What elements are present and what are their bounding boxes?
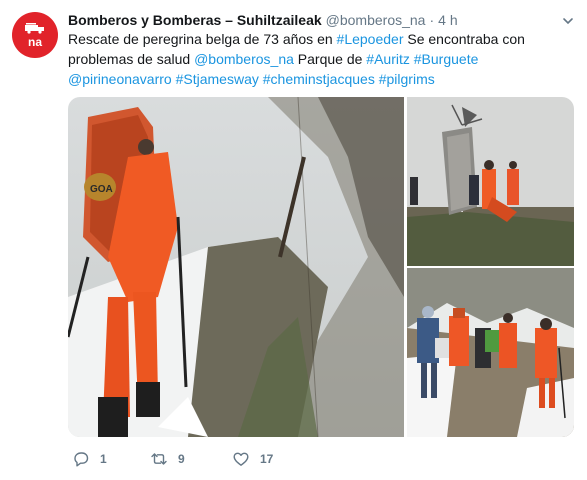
photo-group-walking-trail[interactable] — [407, 268, 574, 437]
hashtag-link[interactable]: #Burguete — [414, 51, 479, 67]
tweet-actions: 1 9 17 — [68, 448, 368, 470]
mention-link[interactable]: @bomberos_na — [194, 51, 294, 67]
reply-button[interactable]: 1 — [72, 448, 107, 470]
separator-dot: · — [429, 12, 435, 28]
avatar-logo-text: na — [27, 35, 42, 49]
hashtag-link[interactable]: #pilgrims — [379, 71, 435, 87]
user-handle[interactable]: @bomberos_na — [326, 12, 426, 28]
tweet-header: Bomberos y Bomberas – Suhiltzaileak @bom… — [68, 10, 575, 30]
like-button[interactable]: 17 — [232, 448, 273, 470]
photo-rescuer-with-backpack[interactable]: GOA — [68, 97, 404, 437]
heart-icon — [233, 452, 249, 466]
media-grid: GOA — [68, 97, 574, 437]
hashtag-link[interactable]: #cheminstjacques — [263, 71, 375, 87]
reply-icon — [74, 452, 89, 467]
retweet-icon — [151, 453, 167, 465]
hashtag-link[interactable]: #Stjamesway — [176, 71, 259, 87]
chevron-down-icon[interactable] — [561, 14, 575, 28]
retweet-button[interactable]: 9 — [150, 448, 185, 470]
svg-text:GOA: GOA — [90, 184, 113, 195]
mention-link[interactable]: @pirineonavarro — [68, 71, 172, 87]
tweet-text-segment: Rescate de peregrina belga de 73 años en — [68, 31, 337, 47]
timestamp[interactable]: 4 h — [438, 12, 457, 28]
photo-rescue-team-by-windmill[interactable] — [407, 97, 574, 266]
hashtag-link[interactable]: #Auritz — [366, 51, 410, 67]
avatar[interactable]: na — [12, 12, 58, 58]
tweet-card[interactable]: na Bomberos y Bomberas – Suhiltzaileak @… — [0, 0, 587, 480]
display-name[interactable]: Bomberos y Bomberas – Suhiltzaileak — [68, 12, 322, 28]
retweet-count: 9 — [178, 452, 185, 466]
like-count: 17 — [260, 452, 274, 466]
tweet-text-segment: Parque de — [293, 51, 367, 67]
reply-count: 1 — [100, 452, 107, 466]
fire-truck-icon — [25, 23, 44, 34]
hashtag-link[interactable]: #Lepoeder — [337, 31, 404, 47]
tweet-text: Rescate de peregrina belga de 73 años en… — [68, 29, 574, 89]
